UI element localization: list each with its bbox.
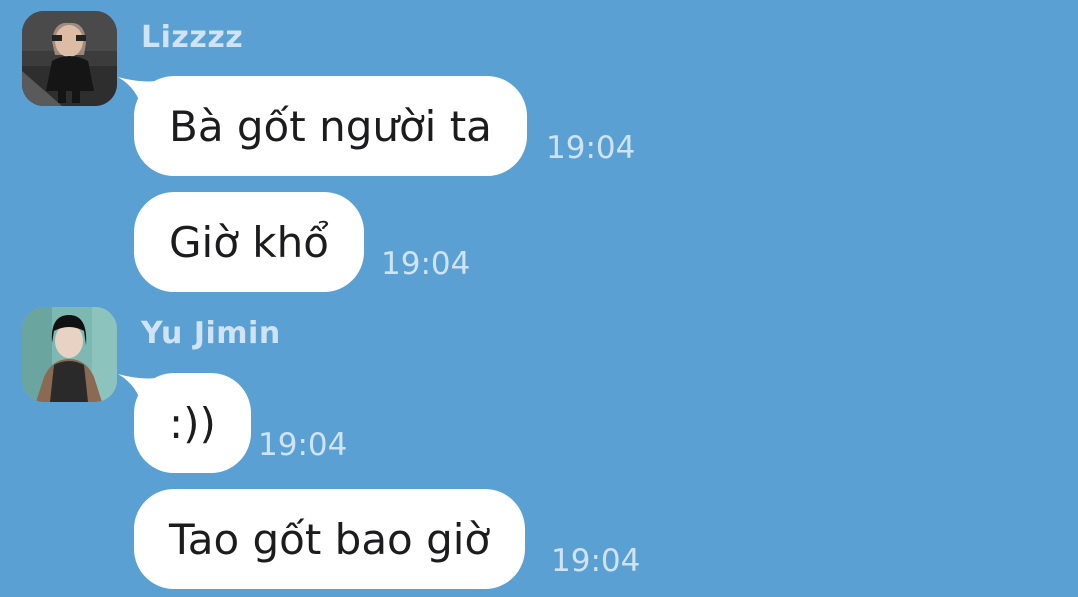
- avatar[interactable]: [22, 307, 117, 402]
- message-time: 19:04: [551, 543, 641, 579]
- message-bubble[interactable]: Bà gốt người ta: [134, 76, 527, 176]
- message-text: Bà gốt người ta: [169, 101, 492, 151]
- message-text: :)): [169, 398, 216, 448]
- avatar[interactable]: [22, 11, 117, 106]
- message-bubble[interactable]: Giờ khổ: [134, 192, 364, 292]
- message-text: Giờ khổ: [169, 217, 329, 267]
- message-time: 19:04: [258, 427, 348, 463]
- message-bubble[interactable]: Tao gốt bao giờ: [134, 489, 526, 589]
- sender-name[interactable]: Yu Jimin: [141, 316, 281, 352]
- chat-message-list: Lizzzz Bà gốt người ta 19:04 Giờ khổ 19:…: [0, 0, 1078, 597]
- message-time: 19:04: [546, 130, 636, 166]
- message-bubble[interactable]: :)): [134, 373, 251, 473]
- sender-name[interactable]: Lizzzz: [141, 20, 243, 56]
- message-text: Tao gốt bao giờ: [169, 514, 491, 564]
- message-time: 19:04: [381, 246, 471, 282]
